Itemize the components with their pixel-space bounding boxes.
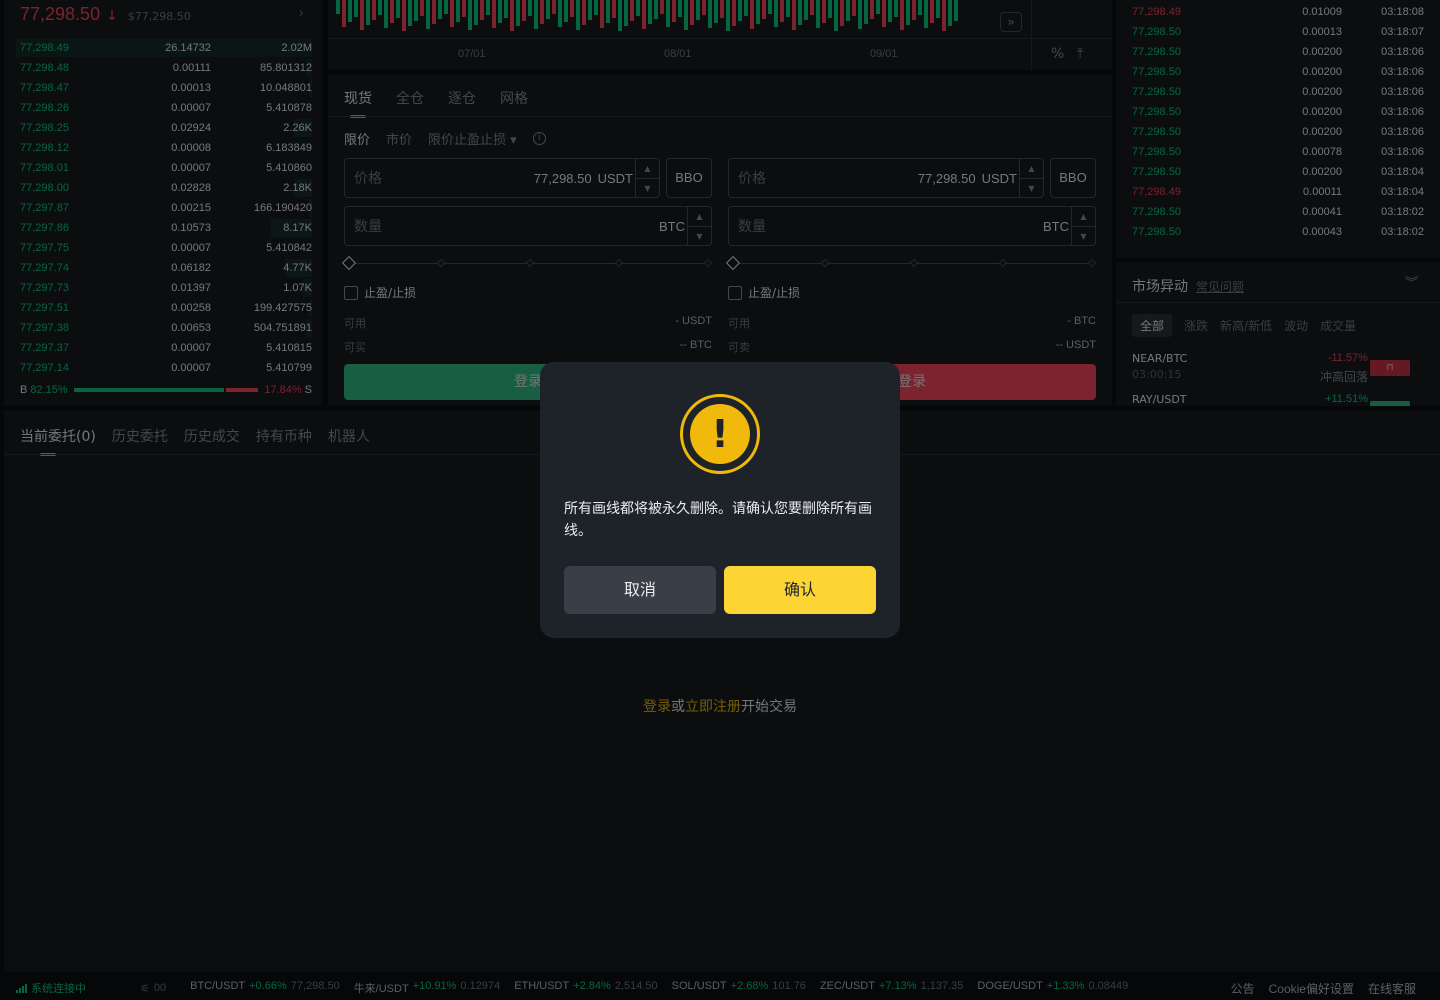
dialog-buttons: 取消 确认 (564, 566, 876, 614)
warning-glyph: ! (690, 404, 750, 464)
dialog-message: 所有画线都将被永久删除。请确认您要删除所有画线。 (564, 501, 872, 539)
confirm-delete-drawings-dialog: ! 所有画线都将被永久删除。请确认您要删除所有画线。 取消 确认 (540, 362, 900, 638)
warning-icon: ! (680, 394, 760, 474)
confirm-button[interactable]: 确认 (724, 566, 876, 614)
cancel-button[interactable]: 取消 (564, 566, 716, 614)
